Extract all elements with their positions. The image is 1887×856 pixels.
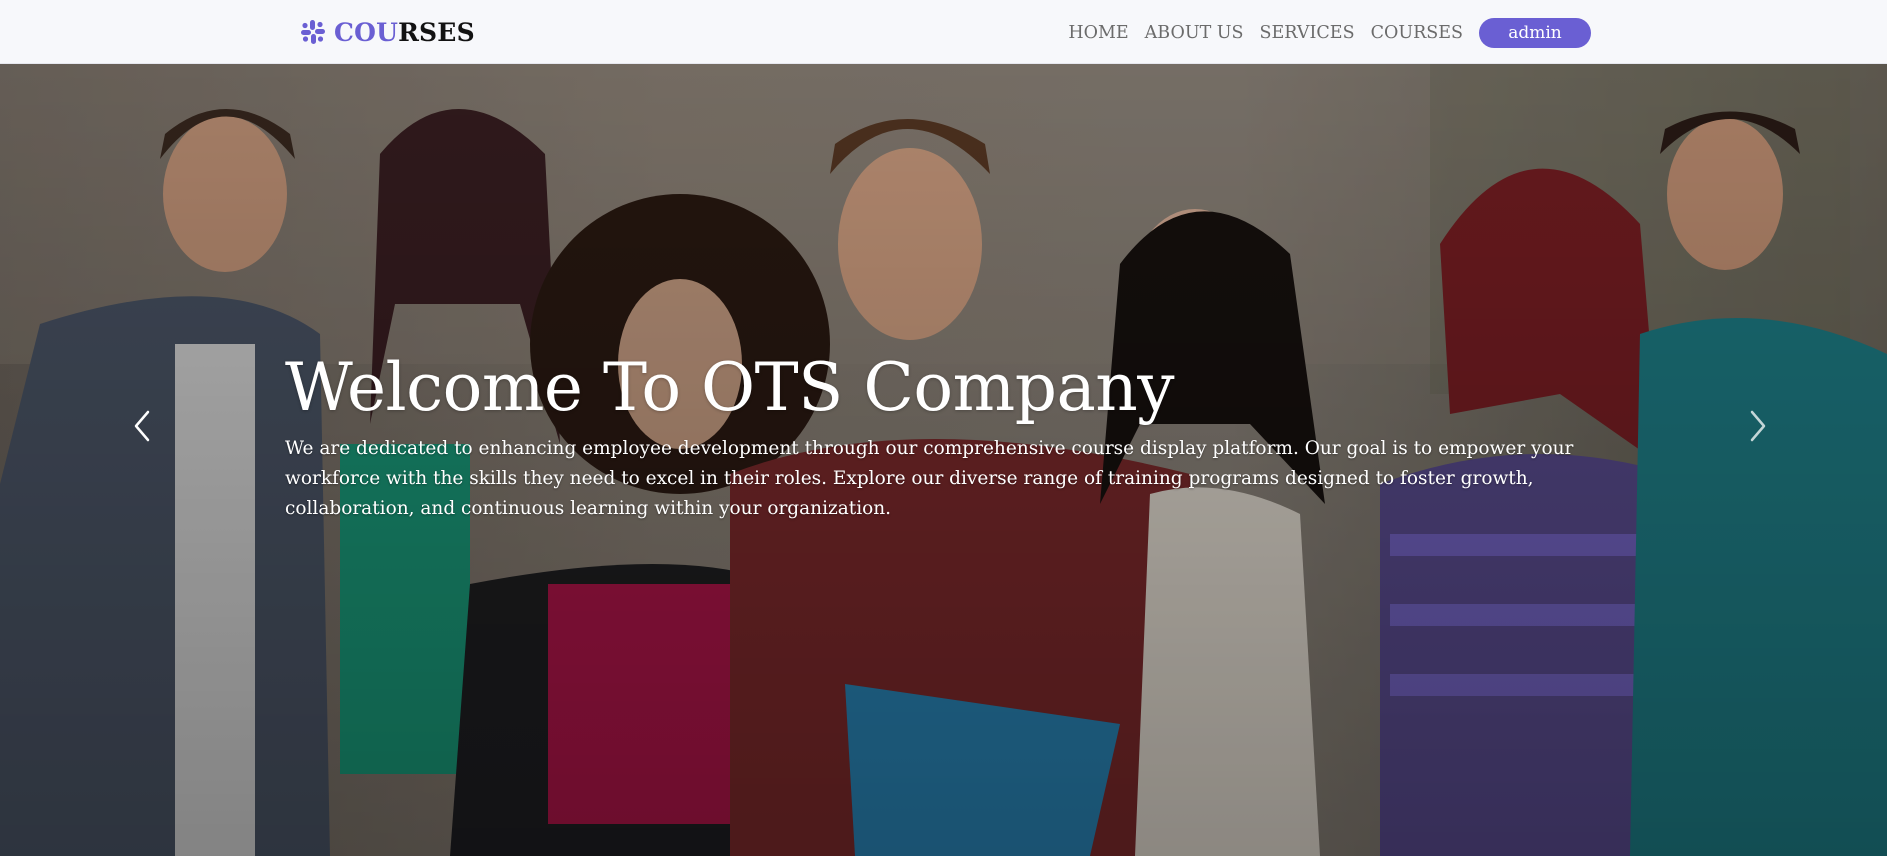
nav-courses[interactable]: COURSES (1371, 23, 1463, 43)
hero-title: Welcome To OTS Company (285, 349, 1175, 426)
main-nav: HOME ABOUT US SERVICES COURSES admin (1068, 18, 1591, 48)
hero-description: We are dedicated to enhancing employee d… (285, 437, 1574, 519)
nav-about-us[interactable]: ABOUT US (1145, 23, 1244, 43)
hero-carousel: Welcome To OTS Company We are dedicated … (0, 64, 1887, 856)
brand-text: COURSES (334, 18, 475, 47)
hero-caption: Welcome To OTS Company We are dedicated … (285, 350, 1615, 524)
slack-like-logo-icon (300, 19, 326, 45)
carousel-prev-button[interactable] (124, 410, 160, 446)
admin-button[interactable]: admin (1479, 18, 1591, 48)
navbar: COURSES HOME ABOUT US SERVICES COURSES a… (0, 0, 1887, 64)
nav-services[interactable]: SERVICES (1260, 23, 1355, 43)
chevron-right-icon (1748, 409, 1768, 447)
nav-home[interactable]: HOME (1068, 23, 1128, 43)
chevron-left-icon (132, 409, 152, 447)
brand-text-rest: RSES (398, 17, 475, 47)
brand-text-accent: COU (334, 17, 399, 47)
brand-logo[interactable]: COURSES (300, 14, 475, 50)
carousel-next-button[interactable] (1740, 410, 1776, 446)
